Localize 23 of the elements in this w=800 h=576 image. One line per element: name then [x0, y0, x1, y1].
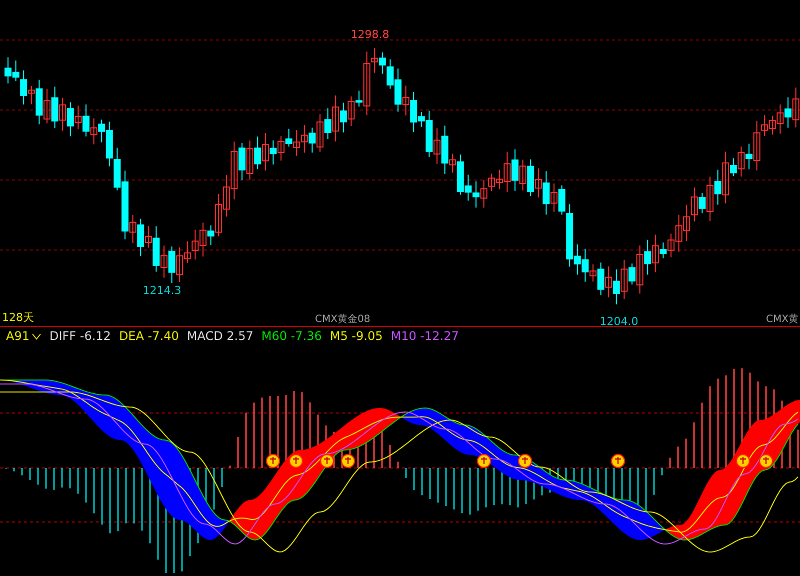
caret-icon[interactable] [32, 332, 42, 340]
signal-marker-icon [476, 454, 492, 468]
signal-marker-icon [518, 454, 532, 468]
period-label: 128天 [2, 311, 34, 324]
indicator-value: DEA -7.40 [118, 329, 179, 343]
indicator-value: M10 -12.27 [390, 329, 459, 343]
signal-marker-icon [320, 454, 334, 468]
indicator-value: DIFF -6.12 [49, 329, 111, 343]
signal-marker-icon [266, 454, 280, 468]
contract-label: CMX黄 [766, 314, 798, 325]
indicator-value: M5 -9.05 [330, 329, 383, 343]
signal-marker-icon [288, 454, 304, 468]
price-label: 1204.0 [600, 315, 638, 326]
indicator-value: MACD 2.57 [186, 329, 254, 343]
price-label: 1298.8 [350, 28, 390, 41]
signal-marker-icon [340, 454, 356, 468]
signal-marker-icon [610, 454, 626, 468]
indicator-value: M60 -7.36 [261, 329, 322, 343]
price-label: 1214.3 [142, 284, 182, 297]
indicator-selector[interactable]: A91 [6, 329, 30, 343]
contract-label: CMX黄金08 [315, 314, 370, 325]
signal-marker-icon [758, 454, 774, 468]
signal-marker-icon [736, 454, 750, 468]
